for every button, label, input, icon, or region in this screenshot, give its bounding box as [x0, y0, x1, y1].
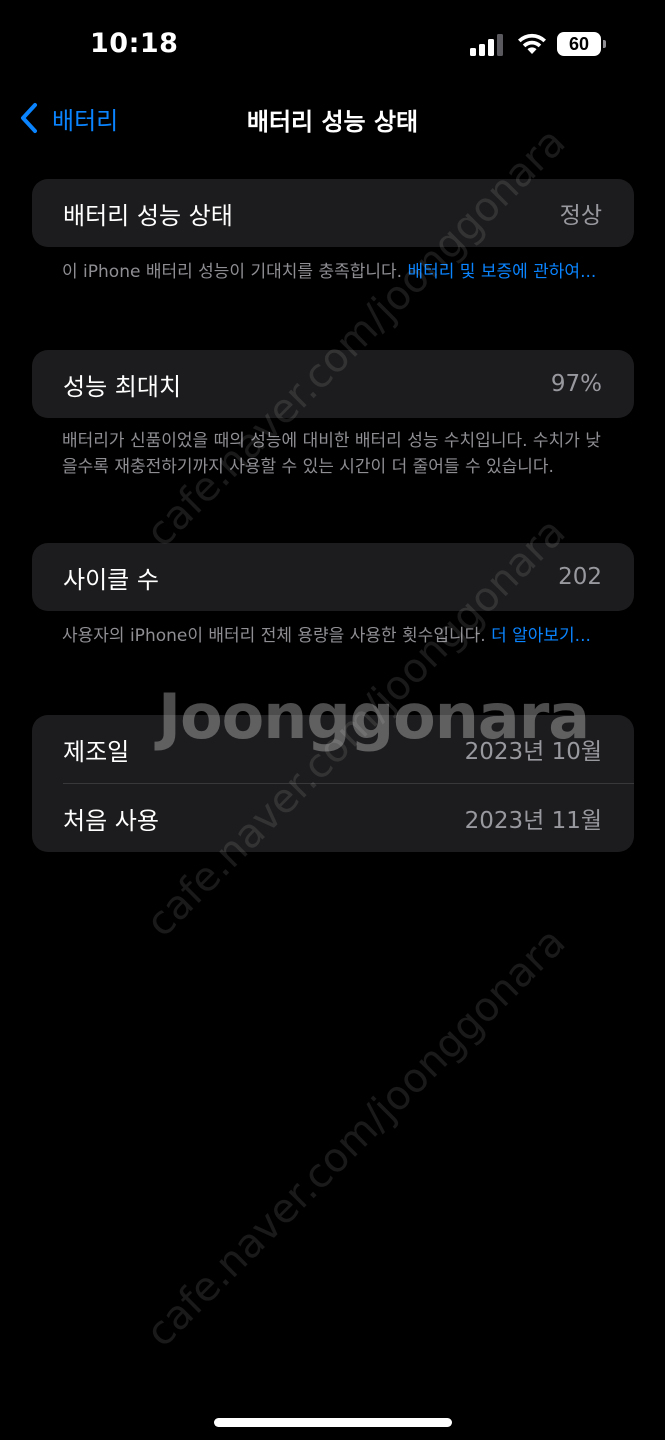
status-time: 10:18 — [90, 28, 179, 59]
battery-health-card: 배터리 성능 상태 정상 — [32, 179, 634, 247]
battery-warranty-link[interactable]: 배터리 및 보증에 관하여... — [407, 262, 596, 282]
battery-dates-card: 제조일 2023년 10월 처음 사용 2023년 11월 — [32, 715, 634, 852]
cycle-count-row: 사이클 수 202 — [32, 543, 634, 611]
battery-health-footnote: 이 iPhone 배터리 성능이 기대치를 충족합니다. 배터리 및 보증에 관… — [62, 259, 602, 285]
maximum-capacity-value: 97% — [550, 371, 602, 397]
maximum-capacity-label: 성능 최대치 — [63, 372, 182, 401]
manufacture-date-label: 제조일 — [63, 737, 130, 766]
manufacture-date-row: 제조일 2023년 10월 — [32, 715, 634, 783]
maximum-capacity-row: 성능 최대치 97% — [32, 350, 634, 418]
battery-cap — [603, 40, 606, 48]
first-use-label: 처음 사용 — [63, 806, 159, 835]
first-use-row: 처음 사용 2023년 11월 — [32, 784, 634, 852]
watermark-text: cafe.naver.com/joonggonara — [137, 919, 575, 1356]
first-use-value: 2023년 11월 — [464, 808, 602, 834]
maximum-capacity-card: 성능 최대치 97% — [32, 350, 634, 418]
battery-health-value: 정상 — [559, 203, 602, 229]
cycle-count-card: 사이클 수 202 — [32, 543, 634, 611]
manufacture-date-value: 2023년 10월 — [464, 739, 602, 765]
cycle-count-value: 202 — [558, 564, 602, 590]
battery-health-label: 배터리 성능 상태 — [63, 201, 233, 230]
maximum-capacity-footnote-text: 배터리가 신품이었을 때의 성능에 대비한 배터리 성능 수치입니다. 수치가 … — [62, 431, 601, 477]
home-indicator[interactable] — [214, 1418, 452, 1427]
cycle-count-footnote: 사용자의 iPhone이 배터리 전체 용량을 사용한 횟수입니다. 더 알아보… — [62, 623, 602, 649]
learn-more-link[interactable]: 더 알아보기... — [491, 626, 591, 646]
battery-level: 60 — [568, 34, 590, 54]
maximum-capacity-footnote: 배터리가 신품이었을 때의 성능에 대비한 배터리 성능 수치입니다. 수치가 … — [62, 428, 602, 480]
cycle-count-footnote-text: 사용자의 iPhone이 배터리 전체 용량을 사용한 횟수입니다. — [62, 626, 492, 646]
cycle-count-label: 사이클 수 — [63, 565, 159, 594]
battery-health-footnote-text: 이 iPhone 배터리 성능이 기대치를 충족합니다. — [62, 262, 408, 282]
status-bar: 10:18 60 — [0, 0, 665, 90]
cellular-signal-icon — [470, 34, 503, 56]
battery-icon: 60 — [557, 32, 607, 58]
page-title: 배터리 성능 상태 — [246, 108, 419, 136]
battery-health-row: 배터리 성능 상태 정상 — [32, 179, 634, 247]
navigation-bar: 배터리 배터리 성능 상태 — [0, 90, 665, 150]
wifi-icon — [518, 33, 546, 54]
